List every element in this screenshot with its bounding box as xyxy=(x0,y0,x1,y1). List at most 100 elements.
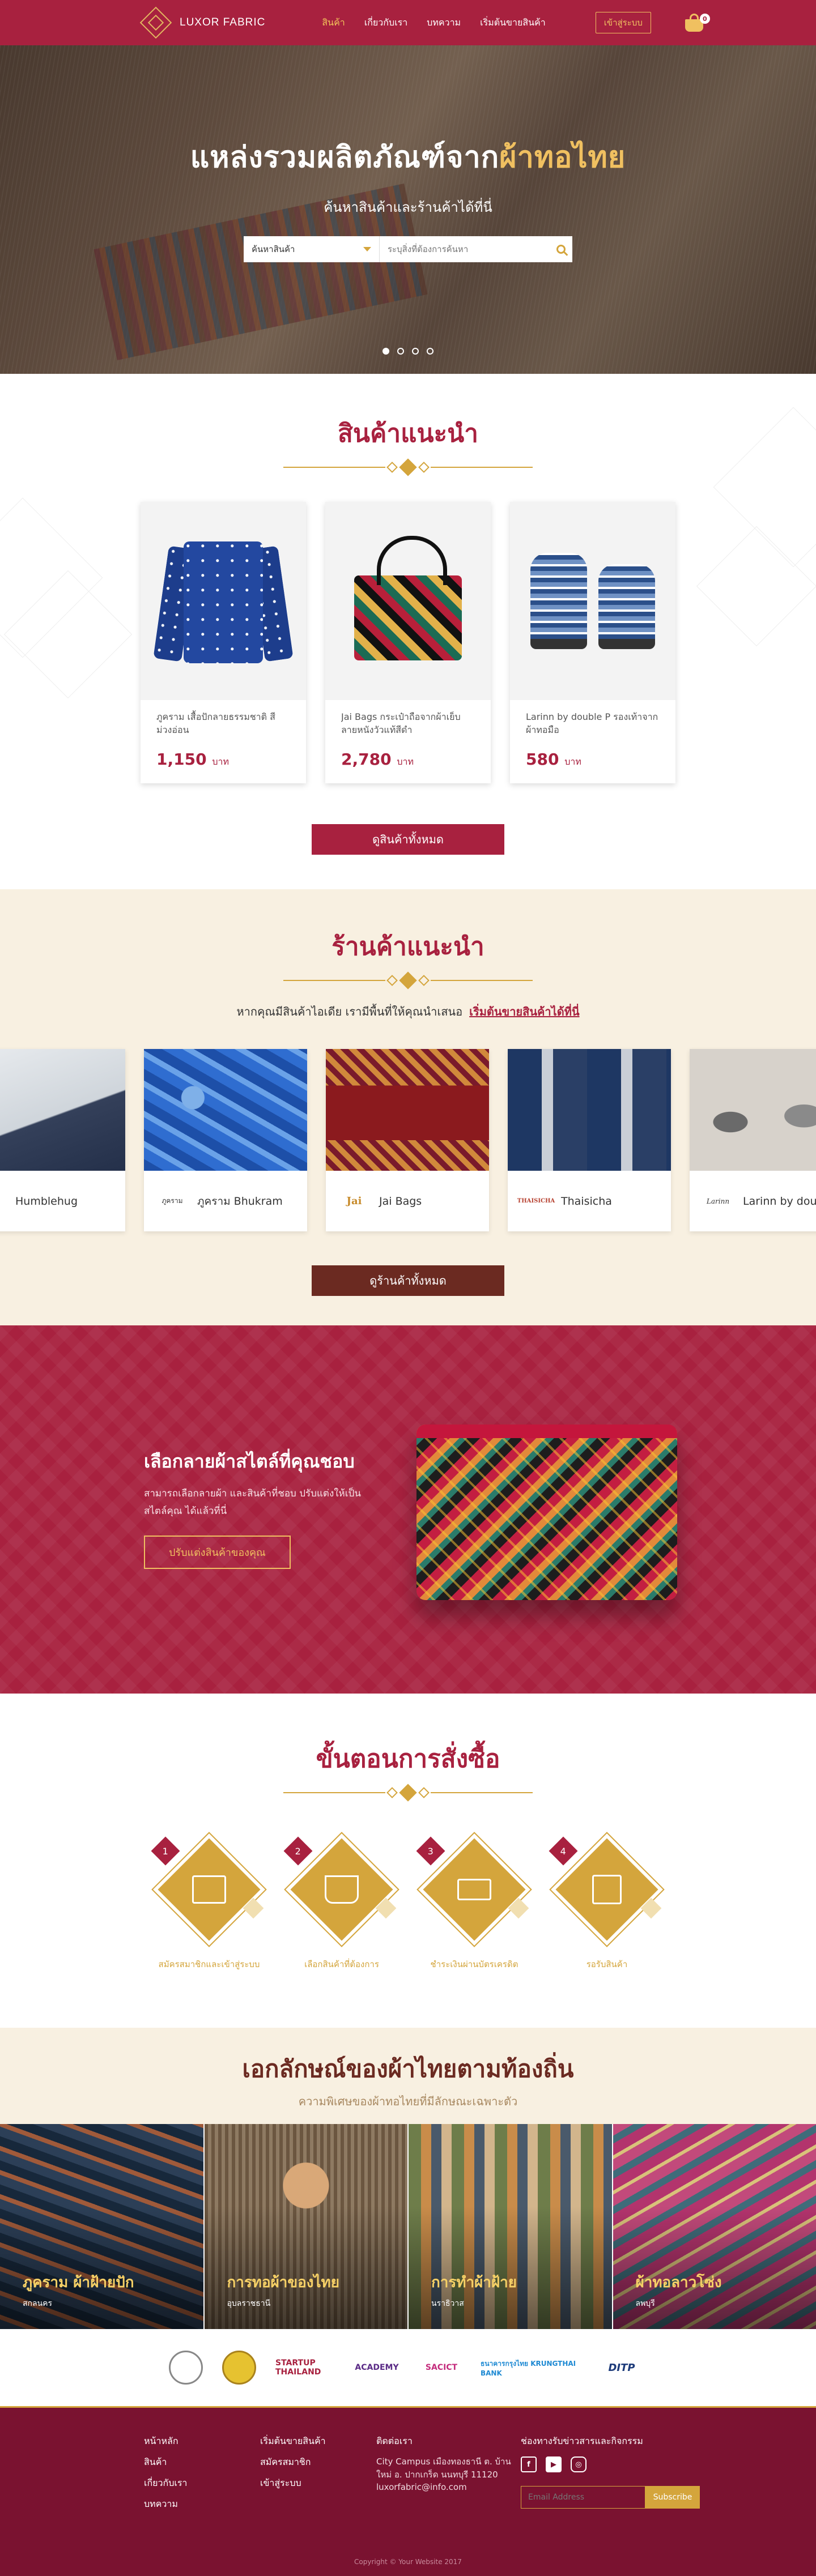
order-step: 3 ชำระเงินผ่านบัตรเครดิต xyxy=(420,1839,528,1971)
featured-shops-title: ร้านค้าแนะนำ xyxy=(0,927,816,966)
view-all-products-button[interactable]: ดูสินค้าทั้งหมด xyxy=(312,824,504,855)
copyright-text: Copyright © Your Website 2017 xyxy=(0,2558,816,2566)
order-step: 4 รอรับสินค้า xyxy=(553,1839,661,1971)
menu-item-articles[interactable]: บทความ xyxy=(427,16,461,30)
search-input[interactable] xyxy=(380,236,550,262)
shop-image xyxy=(144,1049,307,1171)
customize-button[interactable]: ปรับแต่งสินค้าของคุณ xyxy=(144,1536,291,1569)
menu-item-start-selling[interactable]: เริ่มต้นขายสินค้า xyxy=(480,16,546,30)
product-price: 580 บาท xyxy=(526,750,660,769)
start-selling-link[interactable]: เริ่มต้นขายสินค้าได้ที่นี่ xyxy=(469,1005,579,1018)
shop-image xyxy=(690,1049,816,1171)
identity-card[interactable]: ผ้าทอลาวโซ่งลพบุรี xyxy=(613,2124,816,2329)
shop-card[interactable]: Humblehug xyxy=(0,1049,125,1231)
login-button[interactable]: เข้าสู่ระบบ xyxy=(596,12,651,33)
ditp-logo: DITP xyxy=(596,2351,647,2385)
hero-banner: แหล่งรวมผลิตภัณฑ์จากผ้าทอไทย ค้นหาสินค้า… xyxy=(0,45,816,374)
brand-name: LUXOR FABRIC xyxy=(180,16,265,29)
product-card[interactable]: Jai Bags กระเป๋าถือจากผ้าเย็บลายหนังวัวแ… xyxy=(325,502,491,783)
identity-gallery: ภูคราม ผ้าฝ้ายปักสกลนคร การทอผ้าของไทยอุ… xyxy=(0,2124,816,2329)
product-name: Larinn by double P รองเท้าจากผ้าทอมือ xyxy=(526,710,660,740)
order-steps-section: ขั้นตอนการสั่งซื้อ 1 สมัครสมาชิกและเข้าส… xyxy=(0,1694,816,2028)
basket-icon xyxy=(325,1875,359,1904)
product-price: 2,780 บาท xyxy=(341,750,475,769)
shop-logo: THAISICHA xyxy=(519,1184,553,1218)
credit-card-icon xyxy=(457,1879,491,1900)
footer-link-articles[interactable]: บทความ xyxy=(144,2497,260,2511)
footer-link-login[interactable]: เข้าสู่ระบบ xyxy=(260,2476,376,2490)
newsletter-email-input[interactable] xyxy=(521,2486,645,2509)
footer-link-register[interactable]: สมัครสมาชิก xyxy=(260,2455,376,2470)
step-label: ชำระเงินผ่านบัตรเครดิต xyxy=(420,1957,528,1971)
subscribe-button[interactable]: Subscribe xyxy=(645,2486,700,2509)
view-all-shops-button[interactable]: ดูร้านค้าทั้งหมด xyxy=(312,1265,504,1296)
footer-address: City Campus เมืองทองธานี ต. บ้านใหม่ อ. … xyxy=(376,2455,521,2481)
identity-card-place: อุบลราชธานี xyxy=(227,2297,339,2310)
order-step: 1 สมัครสมาชิกและเข้าสู่ระบบ xyxy=(155,1839,263,1971)
customize-title: เลือกลายผ้าสไตล์ที่คุณชอบ xyxy=(144,1447,371,1476)
product-name: Jai Bags กระเป๋าถือจากผ้าเย็บลายหนังวัวแ… xyxy=(341,710,475,740)
footer-links-2: เริ่มต้นขายสินค้า สมัครสมาชิก เข้าสู่ระบ… xyxy=(260,2434,376,2518)
product-price: 1,150 บาท xyxy=(156,750,290,769)
shop-card[interactable]: ภูคราม ภูคราม Bhukram xyxy=(144,1049,307,1231)
order-step: 2 เลือกสินค้าที่ต้องการ xyxy=(288,1839,396,1971)
product-card[interactable]: ภูคราม เสื้อปักลายธรรมชาติ สีม่วงอ่อน 1,… xyxy=(141,502,306,783)
identity-card[interactable]: ภูคราม ผ้าฝ้ายปักสกลนคร xyxy=(0,2124,205,2329)
footer-links-1: หน้าหลัก สินค้า เกี่ยวกับเรา บทความ xyxy=(144,2434,260,2518)
identity-card-title: การทอผ้าของไทย xyxy=(227,2271,339,2294)
search-button[interactable] xyxy=(550,236,572,262)
slider-dot-4[interactable] xyxy=(427,348,434,355)
shop-carousel: Humblehug ภูคราม ภูคราม Bhukram Jai Jai … xyxy=(0,1049,816,1231)
slider-dot-1[interactable] xyxy=(382,348,389,355)
shop-logo: Larinn xyxy=(701,1184,735,1218)
footer-contact: ติดต่อเรา City Campus เมืองทองธานี ต. บ้… xyxy=(376,2434,521,2518)
sandal-image xyxy=(510,502,675,700)
footer-newsletter: ช่องทางรับข่าวสารและกิจกรรม f ▶ ◎ Subscr… xyxy=(521,2434,708,2518)
menu-item-products[interactable]: สินค้า xyxy=(322,16,345,30)
facebook-icon[interactable]: f xyxy=(521,2456,537,2472)
footer-link-products[interactable]: สินค้า xyxy=(144,2455,260,2470)
chevron-down-icon xyxy=(363,247,371,251)
category-dropdown[interactable]: ค้นหาสินค้า xyxy=(244,236,380,262)
brand-logo[interactable]: LUXOR FABRIC xyxy=(144,11,265,34)
step-label: สมัครสมาชิกและเข้าสู่ระบบ xyxy=(155,1957,263,1971)
featured-products-section: สินค้าแนะนำ ภูคราม เสื้อปักลายธรรมชาติ ส… xyxy=(0,374,816,889)
shop-card[interactable]: Larinn Larinn by doublep xyxy=(690,1049,816,1231)
footer-link-about[interactable]: เกี่ยวกับเรา xyxy=(144,2476,260,2490)
identity-card-title: ภูคราม ผ้าฝ้ายปัก xyxy=(23,2271,134,2294)
footer-email[interactable]: luxorfabric@info.com xyxy=(376,2481,521,2494)
government-seal-logo xyxy=(169,2351,203,2385)
luxor-diamond-icon xyxy=(140,7,172,39)
shop-card[interactable]: Jai Jai Bags xyxy=(326,1049,489,1231)
top-navbar: LUXOR FABRIC สินค้า เกี่ยวกับเรา บทความ … xyxy=(0,0,816,45)
package-icon xyxy=(592,1875,622,1904)
shop-logo: ภูคราม xyxy=(155,1184,189,1218)
menu-item-about[interactable]: เกี่ยวกับเรา xyxy=(364,16,407,30)
footer-link-start-selling[interactable]: เริ่มต้นขายสินค้า xyxy=(260,2434,376,2449)
identity-subtitle: ความพิเศษของผ้าทอไทยที่มีลักษณะเฉพาะตัว xyxy=(0,2092,816,2110)
search-bar: ค้นหาสินค้า xyxy=(0,236,816,262)
product-card[interactable]: Larinn by double P รองเท้าจากผ้าทอมือ 58… xyxy=(510,502,675,783)
shop-name: Jai Bags xyxy=(379,1195,422,1208)
order-steps-title: ขั้นตอนการสั่งซื้อ xyxy=(0,1739,816,1779)
academy-logo: ACADEMY xyxy=(351,2351,402,2385)
identity-card-place: สกลนคร xyxy=(23,2297,134,2310)
shop-card[interactable]: THAISICHA Thaisicha xyxy=(508,1049,671,1231)
main-menu: สินค้า เกี่ยวกับเรา บทความ เริ่มต้นขายสิ… xyxy=(322,16,545,30)
identity-card[interactable]: การทำผ้าฝ้ายนราธิวาส xyxy=(409,2124,613,2329)
footer-link-home[interactable]: หน้าหลัก xyxy=(144,2434,260,2449)
slider-dot-2[interactable] xyxy=(397,348,404,355)
search-icon xyxy=(556,245,566,254)
shop-name: Humblehug xyxy=(15,1195,78,1208)
cart-button[interactable]: 0 xyxy=(685,14,708,32)
instagram-icon[interactable]: ◎ xyxy=(571,2456,586,2472)
sacict-logo: SACICT xyxy=(422,2351,461,2385)
identity-card-title: การทำผ้าฝ้าย xyxy=(431,2271,517,2294)
slider-dot-3[interactable] xyxy=(412,348,419,355)
featured-products-title: สินค้าแนะนำ xyxy=(0,413,816,453)
identity-card[interactable]: การทอผ้าของไทยอุบลราชธานี xyxy=(205,2124,409,2329)
shop-name: ภูคราม Bhukram xyxy=(197,1193,283,1210)
youtube-icon[interactable]: ▶ xyxy=(546,2456,562,2472)
startup-thailand-logo: STARTUP THAILAND xyxy=(275,2351,332,2385)
step-label: รอรับสินค้า xyxy=(553,1957,661,1971)
